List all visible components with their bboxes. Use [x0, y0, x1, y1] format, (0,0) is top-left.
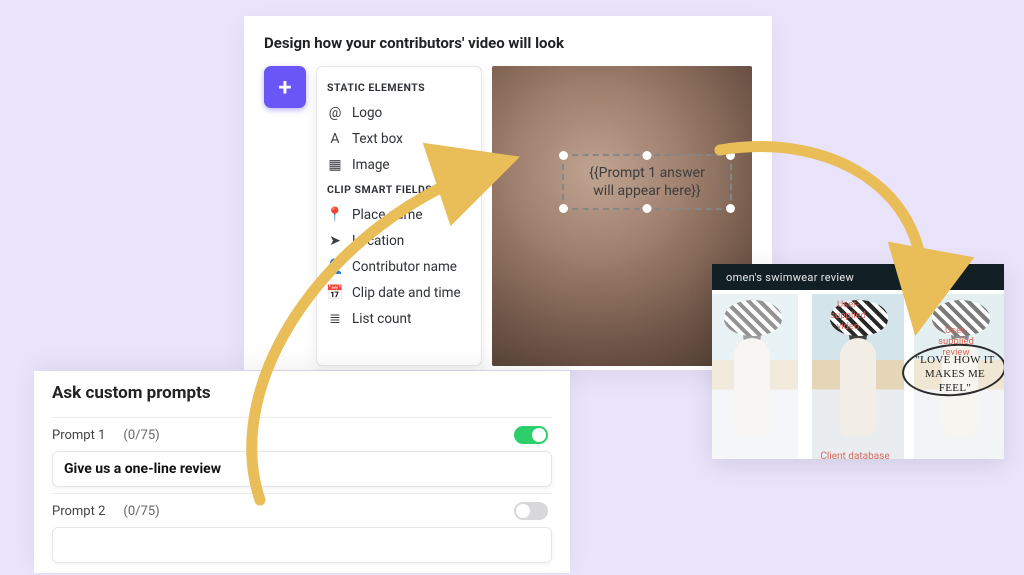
bolt-icon: ⚡ — [436, 182, 451, 196]
menu-item-text-box[interactable]: A Text box — [327, 126, 475, 152]
menu-item-place-name[interactable]: 📍 Place name — [327, 202, 475, 228]
prompt-row-2: Prompt 2 (0/75) — [52, 493, 552, 569]
image-icon: ▦ — [327, 157, 343, 173]
designer-body: + STATIC ELEMENTS @ Logo A Text box ▦ Image C… — [264, 66, 752, 366]
menu-item-label: Place name — [352, 207, 423, 223]
element-menu: STATIC ELEMENTS @ Logo A Text box ▦ Image CLI… — [316, 66, 482, 366]
prompt-toggle[interactable] — [514, 426, 548, 444]
menu-item-logo[interactable]: @ Logo — [327, 100, 475, 126]
smart-fields-header: CLIP SMART FIELDS ⚡ — [327, 182, 475, 196]
location-icon: ➤ — [327, 233, 343, 249]
place-name-icon: 📍 — [327, 207, 343, 223]
selection-handle[interactable] — [643, 151, 652, 160]
prompt-input[interactable] — [52, 527, 552, 563]
prompt-row-1: Prompt 1 (0/75) Give us a one-line review — [52, 417, 552, 493]
clip-date-time-icon: 📅 — [327, 285, 343, 301]
menu-item-list-count[interactable]: ≣ List count — [327, 306, 475, 332]
prompt-counter: (0/75) — [123, 428, 159, 443]
selection-handle[interactable] — [559, 151, 568, 160]
placeholder-text: {{Prompt 1 answer will appear here}} — [589, 164, 705, 200]
selection-handle[interactable] — [643, 204, 652, 213]
menu-item-contributor-name[interactable]: 👤 Contributor name — [327, 254, 475, 280]
preview-photo — [712, 294, 798, 459]
menu-item-label: Location — [352, 233, 404, 249]
selection-handle[interactable] — [559, 204, 568, 213]
add-element-button[interactable]: + — [264, 66, 306, 108]
selection-handle[interactable] — [726, 204, 735, 213]
menu-item-clip-date-time[interactable]: 📅 Clip date and time — [327, 280, 475, 306]
prompt-placeholder-field[interactable]: {{Prompt 1 answer will appear here}} — [562, 154, 732, 210]
menu-item-label: Text box — [352, 131, 403, 147]
menu-item-label: Clip date and time — [352, 285, 461, 301]
prompt-label: Prompt 2 — [52, 504, 105, 519]
text-box-icon: A — [327, 131, 343, 147]
tag-user-video: User-suppliedvideo — [818, 300, 878, 333]
menu-item-label: Contributor name — [352, 259, 457, 275]
custom-prompts-panel: Ask custom prompts Prompt 1 (0/75) Give us… — [34, 371, 570, 573]
plus-icon: + — [278, 73, 291, 101]
menu-item-label: Image — [352, 157, 390, 173]
menu-item-label: Logo — [352, 105, 382, 121]
selection-handle[interactable] — [726, 151, 735, 160]
result-banner: omen's swimwear review — [712, 264, 1004, 290]
tag-client-db: Client database — [810, 451, 900, 460]
designer-title: Design how your contributors' video will… — [264, 34, 752, 52]
contributor-name-icon: 👤 — [327, 259, 343, 275]
video-designer-panel: Design how your contributors' video will… — [244, 16, 772, 370]
review-quote: "LOVE HOW IT MAKES ME FEEL" — [912, 354, 998, 395]
prompt-toggle[interactable] — [514, 502, 548, 520]
static-elements-header: STATIC ELEMENTS — [327, 81, 475, 94]
logo-icon: @ — [327, 105, 343, 121]
result-body: User-suppliedvideo User-suppliedreview C… — [712, 290, 1004, 459]
menu-item-label: List count — [352, 311, 411, 327]
prompts-title: Ask custom prompts — [52, 383, 552, 403]
prompt-label: Prompt 1 — [52, 428, 105, 443]
list-count-icon: ≣ — [327, 311, 343, 327]
result-preview-panel: omen's swimwear review User-suppliedvide… — [712, 264, 1004, 459]
menu-item-image[interactable]: ▦ Image — [327, 152, 475, 178]
prompt-counter: (0/75) — [123, 504, 159, 519]
prompt-input[interactable]: Give us a one-line review — [52, 451, 552, 487]
menu-item-location[interactable]: ➤ Location — [327, 228, 475, 254]
